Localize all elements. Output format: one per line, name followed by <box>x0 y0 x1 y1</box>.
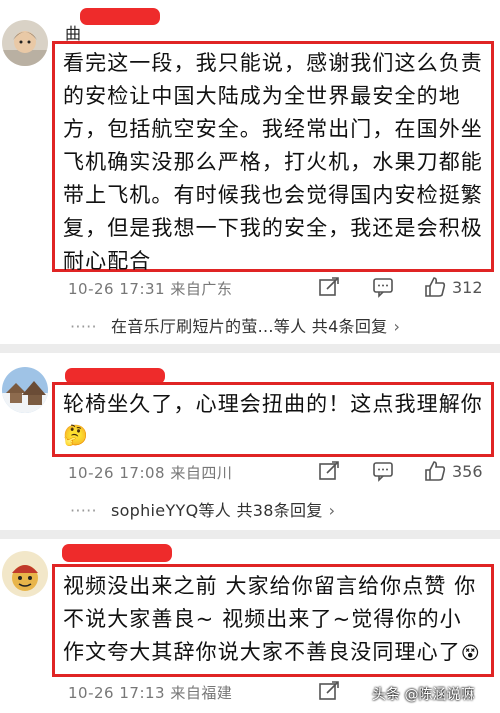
redacted-user-name <box>62 544 172 562</box>
avatar-image-icon <box>2 20 48 66</box>
comment-text-box: 视频没出来之前 大家给你留言给你点赞 你 不说大家善良~ 视频出来了~觉得你的小… <box>52 564 494 677</box>
share-icon[interactable] <box>318 276 340 298</box>
comment-meta: 10-26 17:08 来自四川 <box>68 464 233 482</box>
replies-dots: ····· <box>70 317 97 336</box>
comment-meta: 10-26 17:31 来自广东 <box>68 280 233 298</box>
comment-text-line: 方，包括航空安全。我经常出门，在国外坐 <box>63 117 483 141</box>
comment-text-line: 飞机确实没那么严格，打火机，水果刀都能 <box>63 150 483 174</box>
comment-text-line: 的安检让中国大陆成为全世界最安全的地 <box>63 84 461 108</box>
share-icon[interactable] <box>318 460 340 482</box>
comment-icon[interactable] <box>372 460 394 482</box>
chevron-right-icon: › <box>328 501 336 520</box>
like-count: 356 <box>452 462 483 481</box>
replies-link[interactable]: ····· sophieYYQ等人 共38条回复 › <box>70 497 335 521</box>
avatar[interactable] <box>2 551 48 597</box>
share-icon[interactable] <box>318 680 340 702</box>
comment-text-line: 带上飞机。有时候我也会觉得国内安检挺繁 <box>63 183 483 207</box>
redacted-user-name <box>80 8 160 25</box>
comment-emoji: 🤔 <box>63 423 90 447</box>
chevron-right-icon: › <box>393 317 401 336</box>
comment-text-box: 看完这一段，我只能说，感谢我们这么负责 的安检让中国大陆成为全世界最安全的地 方… <box>52 41 494 273</box>
comment-icon[interactable] <box>372 276 394 298</box>
comment-emoji: 😵 <box>460 643 481 664</box>
comment-text-segment: 作文夸大其辞你说大家不善良没同理心了 <box>63 640 461 664</box>
replies-text: 在音乐厅刷短片的萤...等人 共4条回复 <box>110 317 388 336</box>
like-icon[interactable] <box>424 276 446 298</box>
comment-text-line: 轮椅坐久了，心理会扭曲的！这点我理解你 <box>63 392 483 416</box>
like-icon[interactable] <box>424 460 446 482</box>
comment-text-line: 不说大家善良~ 视频出来了~觉得你的小 <box>63 607 462 631</box>
avatar-image-icon <box>2 367 48 413</box>
watermark: 头条 @陈涵说嘛 <box>372 687 475 703</box>
comment-text-line: 耐心配合 <box>63 249 152 273</box>
avatar-image-icon <box>2 551 48 597</box>
comment-text-line: 作文夸大其辞你说大家不善良没同理心了😵 <box>63 636 491 670</box>
comment-meta: 10-26 17:13 来自福建 <box>68 684 233 702</box>
divider <box>0 344 500 353</box>
replies-dots: ····· <box>70 501 97 520</box>
replies-text: sophieYYQ等人 共38条回复 <box>110 501 323 520</box>
comment-text-box: 轮椅坐久了，心理会扭曲的！这点我理解你 🤔 <box>52 382 494 457</box>
comment-text-line: 视频没出来之前 大家给你留言给你点赞 你 <box>63 574 477 598</box>
comment-text-line: 看完这一段，我只能说，感谢我们这么负责 <box>63 51 483 75</box>
divider <box>0 530 500 539</box>
avatar[interactable] <box>2 20 48 66</box>
avatar[interactable] <box>2 367 48 413</box>
like-count: 312 <box>452 278 483 297</box>
replies-link[interactable]: ····· 在音乐厅刷短片的萤...等人 共4条回复 › <box>70 313 400 337</box>
comment-text-line: 复，但是我想一下我的安全，我还是会积极 <box>63 216 483 240</box>
